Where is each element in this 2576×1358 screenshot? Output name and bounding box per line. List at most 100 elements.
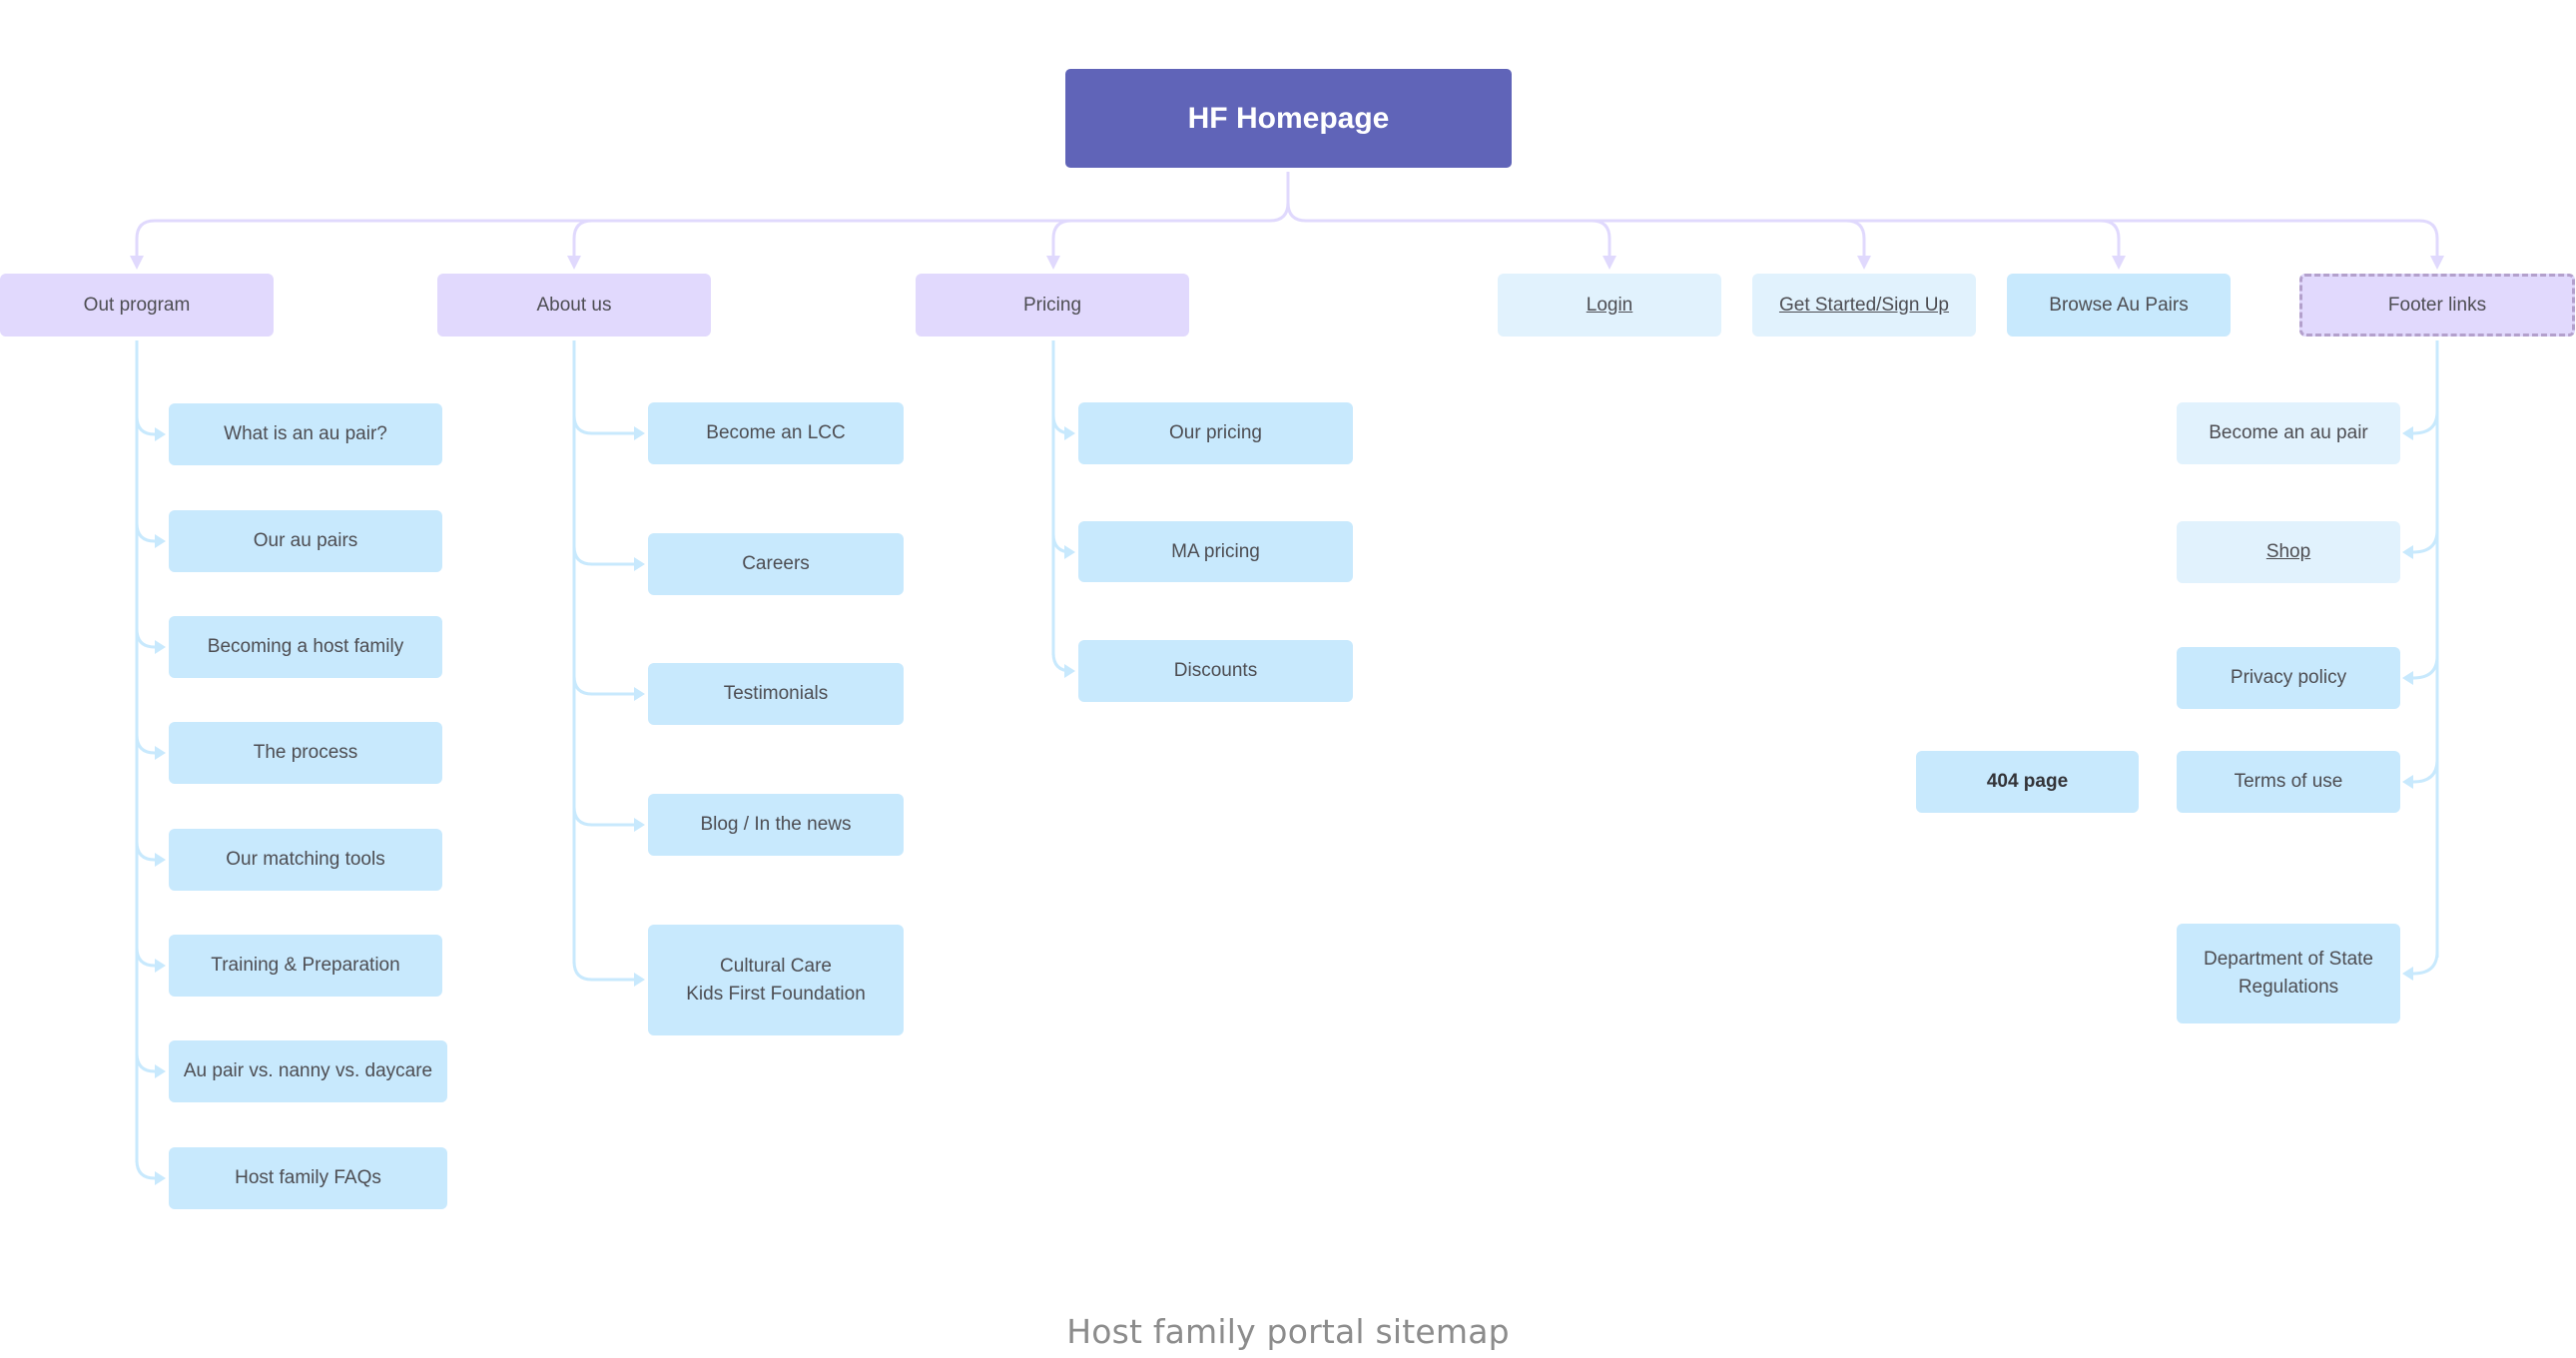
page-au-pair-vs-nanny-vs-daycare[interactable]: Au pair vs. nanny vs. daycare <box>169 1040 447 1102</box>
connector-about-us-elbow <box>572 675 636 696</box>
page-shop[interactable]: Shop <box>2177 521 2400 583</box>
arrow-right-icon <box>1064 545 1075 559</box>
page-department-of-state-regulations[interactable]: Department of State Regulations <box>2177 924 2400 1023</box>
page-our-matching-tools[interactable]: Our matching tools <box>169 829 442 891</box>
page-label: Our pricing <box>1169 422 1262 443</box>
section-login[interactable]: Login <box>1498 274 1721 337</box>
connector-drop <box>2418 219 2439 258</box>
connector-out-program-elbow <box>135 1052 157 1073</box>
connector-drop <box>135 219 156 258</box>
page-404[interactable]: 404 page <box>1916 751 2139 813</box>
page-becoming-a-host-family[interactable]: Becoming a host family <box>169 616 442 678</box>
page-what-is-an-au-pair[interactable]: What is an au pair? <box>169 403 442 465</box>
page-label: Careers <box>742 553 810 574</box>
page-label: Host family FAQs <box>235 1167 381 1188</box>
diagram-caption: Host family portal sitemap <box>1066 1312 1510 1351</box>
connector-out-program-elbow <box>135 628 157 649</box>
page-our-pricing[interactable]: Our pricing <box>1078 402 1353 464</box>
arrow-right-icon <box>155 746 166 760</box>
arrow-down-icon <box>2112 256 2126 270</box>
page-label: Department of State Regulations <box>2203 949 2374 998</box>
connector-pricing-elbow <box>1051 652 1072 673</box>
connector-about-us-elbow <box>572 414 636 435</box>
page-label: The process <box>253 742 358 763</box>
page-label: Shop <box>2265 541 2311 562</box>
root-node-hf-homepage[interactable]: HF Homepage <box>1065 69 1512 168</box>
connector-out-program-elbow <box>135 522 157 543</box>
page-label: Blog / In the news <box>700 814 852 835</box>
arrow-down-icon <box>2430 256 2444 270</box>
section-pricing[interactable]: Pricing <box>916 274 1189 337</box>
arrow-right-icon <box>1064 664 1075 678</box>
connector-pricing-elbow <box>1051 533 1072 554</box>
arrow-left-icon <box>2402 967 2413 981</box>
sitemap-canvas: HF Homepage Out program About us Pricing… <box>0 0 2576 1358</box>
connector-out-program-elbow <box>135 734 157 755</box>
arrow-right-icon <box>634 818 645 832</box>
page-our-au-pairs[interactable]: Our au pairs <box>169 510 442 572</box>
page-label: Au pair vs. nanny vs. daycare <box>183 1060 433 1081</box>
connector-out-program-elbow <box>135 1159 157 1180</box>
page-careers[interactable]: Careers <box>648 533 904 595</box>
section-browse-au-pairs[interactable]: Browse Au Pairs <box>2007 274 2231 337</box>
arrow-right-icon <box>155 1171 166 1185</box>
section-label: Login <box>1586 294 1633 316</box>
page-host-family-faqs[interactable]: Host family FAQs <box>169 1147 447 1209</box>
section-out-program[interactable]: Out program <box>0 274 274 337</box>
page-terms-of-use[interactable]: Terms of use <box>2177 751 2400 813</box>
arrow-right-icon <box>155 427 166 441</box>
arrow-right-icon <box>634 973 645 987</box>
connector-about-us-elbow <box>572 806 636 827</box>
page-privacy-policy[interactable]: Privacy policy <box>2177 647 2400 709</box>
connector-drop <box>1845 219 1866 258</box>
arrow-right-icon <box>155 853 166 867</box>
section-footer-links[interactable]: Footer links <box>2299 274 2575 337</box>
section-get-started-sign-up[interactable]: Get Started/Sign Up <box>1752 274 1976 337</box>
page-label: Training & Preparation <box>211 955 400 976</box>
page-label: Privacy policy <box>2230 667 2347 688</box>
page-label: Our au pairs <box>253 530 358 551</box>
section-label: Browse Au Pairs <box>2049 294 2189 316</box>
arrow-right-icon <box>634 687 645 701</box>
page-blog-in-the-news[interactable]: Blog / In the news <box>648 794 904 856</box>
connector-drop <box>2100 219 2121 258</box>
connector-drop <box>1051 219 1072 258</box>
page-training-and-preparation[interactable]: Training & Preparation <box>169 935 442 997</box>
connector-out-program-elbow <box>135 947 157 968</box>
arrow-right-icon <box>634 426 645 440</box>
connector-drop <box>572 219 593 258</box>
page-label: Cultural Care Kids First Foundation <box>686 955 866 1005</box>
page-label: Become an LCC <box>706 422 846 443</box>
page-label: Becoming a host family <box>207 636 404 657</box>
page-label: Become an au pair <box>2209 422 2368 443</box>
page-become-an-au-pair[interactable]: Become an au pair <box>2177 402 2400 464</box>
page-testimonials[interactable]: Testimonials <box>648 663 904 725</box>
connector-footer-links-elbow <box>2411 759 2439 784</box>
arrow-down-icon <box>1603 256 1616 270</box>
section-label: About us <box>536 294 612 316</box>
page-the-process[interactable]: The process <box>169 722 442 784</box>
connector-out-program-elbow <box>135 415 157 436</box>
arrow-right-icon <box>155 640 166 654</box>
arrow-left-icon <box>2402 671 2413 685</box>
arrow-down-icon <box>130 256 144 270</box>
arrow-right-icon <box>634 557 645 571</box>
arrow-down-icon <box>1046 256 1060 270</box>
connector-footer-links-elbow <box>2411 410 2439 435</box>
arrow-left-icon <box>2402 545 2413 559</box>
page-ma-pricing[interactable]: MA pricing <box>1078 521 1353 582</box>
page-label: Discounts <box>1173 660 1258 681</box>
connector-about-us-elbow <box>572 545 636 566</box>
section-label: Footer links <box>2387 294 2487 316</box>
section-label: Get Started/Sign Up <box>1778 294 1950 316</box>
connector-footer-links-elbow <box>2411 529 2439 554</box>
arrow-right-icon <box>155 959 166 973</box>
section-about-us[interactable]: About us <box>437 274 711 337</box>
arrow-left-icon <box>2402 426 2413 440</box>
page-discounts[interactable]: Discounts <box>1078 640 1353 702</box>
page-label: Testimonials <box>723 683 829 704</box>
connector-footer-links-elbow <box>2411 655 2439 680</box>
page-become-an-lcc[interactable]: Become an LCC <box>648 402 904 464</box>
page-cultural-care-kids-first-foundation[interactable]: Cultural Care Kids First Foundation <box>648 925 904 1035</box>
page-label: 404 page <box>1986 771 2069 792</box>
